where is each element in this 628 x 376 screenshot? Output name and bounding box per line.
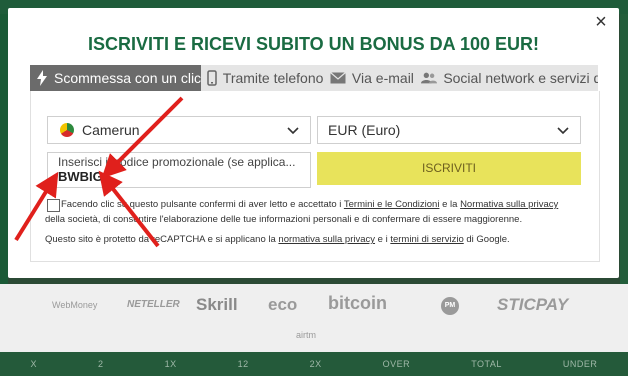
recaptcha-text-end: di Google.	[463, 234, 510, 245]
currency-select[interactable]: EUR (Euro)	[317, 116, 581, 144]
lightning-icon	[36, 70, 48, 86]
background-right	[620, 14, 628, 284]
bet-label: UNDER	[562, 359, 598, 369]
consent-text-start: Facendo clic su questo pulsante confermi…	[61, 199, 344, 210]
registration-form: Camerun EUR (Euro) Inserisci il codice p…	[30, 91, 600, 262]
promo-code-value: BWBIG	[58, 169, 103, 184]
consent-text-end: della società, di consentire l'elaborazi…	[45, 214, 523, 225]
country-value: Camerun	[82, 122, 140, 138]
promo-code-label: Inserisci il codice promozionale (se app…	[58, 155, 296, 169]
neteller-logo: NETELLER	[127, 299, 180, 310]
promo-code-input[interactable]: Inserisci il codice promozionale (se app…	[47, 152, 311, 188]
recaptcha-text-start: Questo sito è protetto da reCAPTCHA e si…	[45, 234, 279, 245]
bet-label: OVER	[382, 359, 411, 369]
currency-value: EUR (Euro)	[328, 122, 401, 138]
users-icon	[421, 70, 438, 86]
recaptcha-notice: Questo sito è protetto da reCAPTCHA e si…	[45, 232, 575, 247]
cameroon-flag-icon	[60, 123, 74, 137]
bet-label: 12	[237, 359, 249, 369]
tab-label: Social network e servizi d...	[443, 70, 598, 86]
country-select[interactable]: Camerun	[47, 116, 311, 144]
bitcoin-logo: bitcoin	[328, 293, 387, 313]
tab-one-click[interactable]: Scommessa con un clic	[30, 65, 201, 91]
background-left	[0, 14, 8, 284]
register-button[interactable]: ISCRIVITI	[317, 152, 581, 185]
eco-logo: eco	[268, 295, 298, 314]
phone-icon	[207, 70, 217, 86]
bet-label: TOTAL	[471, 359, 502, 369]
perfect-money-logo: PM	[441, 297, 459, 315]
tab-label: Scommessa con un clic	[54, 70, 201, 86]
chevron-down-icon	[287, 127, 299, 135]
terms-link[interactable]: Termini e le Condizioni	[344, 199, 440, 210]
modal-title: ISCRIVITI E RICEVI SUBITO UN BONUS DA 10…	[87, 34, 540, 54]
betting-column-labels: X 2 1X 12 2X OVER TOTAL UNDER	[0, 359, 628, 375]
skrill-logo: Skrill	[196, 295, 238, 314]
tab-email[interactable]: Via e-mail	[324, 65, 415, 91]
webmoney-logo: WebMoney	[52, 300, 98, 310]
sticpay-logo: STICPAY	[497, 295, 569, 314]
consent-text: Facendo clic su questo pulsante confermi…	[45, 197, 575, 227]
envelope-icon	[330, 70, 346, 86]
chevron-down-icon	[557, 127, 569, 135]
privacy-link[interactable]: Normativa sulla privacy	[460, 199, 558, 210]
tab-phone[interactable]: Tramite telefono	[201, 65, 324, 91]
bet-label: X	[30, 359, 38, 369]
tab-label: Via e-mail	[351, 70, 414, 86]
registration-modal: × ISCRIVITI E RICEVI SUBITO UN BONUS DA …	[8, 8, 619, 278]
registration-tabs: Scommessa con un clic Tramite telefono V…	[30, 65, 598, 91]
airtm-logo: airtm	[296, 330, 316, 340]
consent-text-mid: e la	[439, 199, 461, 210]
tab-social[interactable]: Social network e servizi d...	[415, 65, 598, 91]
close-button[interactable]: ×	[593, 12, 609, 32]
tab-label: Tramite telefono	[222, 70, 324, 86]
bet-label: 1X	[164, 359, 177, 369]
recaptcha-privacy-link[interactable]: normativa sulla privacy	[278, 234, 375, 245]
recaptcha-text-mid: e i	[375, 234, 391, 245]
bet-label: 2X	[309, 359, 322, 369]
recaptcha-terms-link[interactable]: termini di servizio	[390, 234, 463, 245]
bet-label: 2	[98, 359, 104, 369]
